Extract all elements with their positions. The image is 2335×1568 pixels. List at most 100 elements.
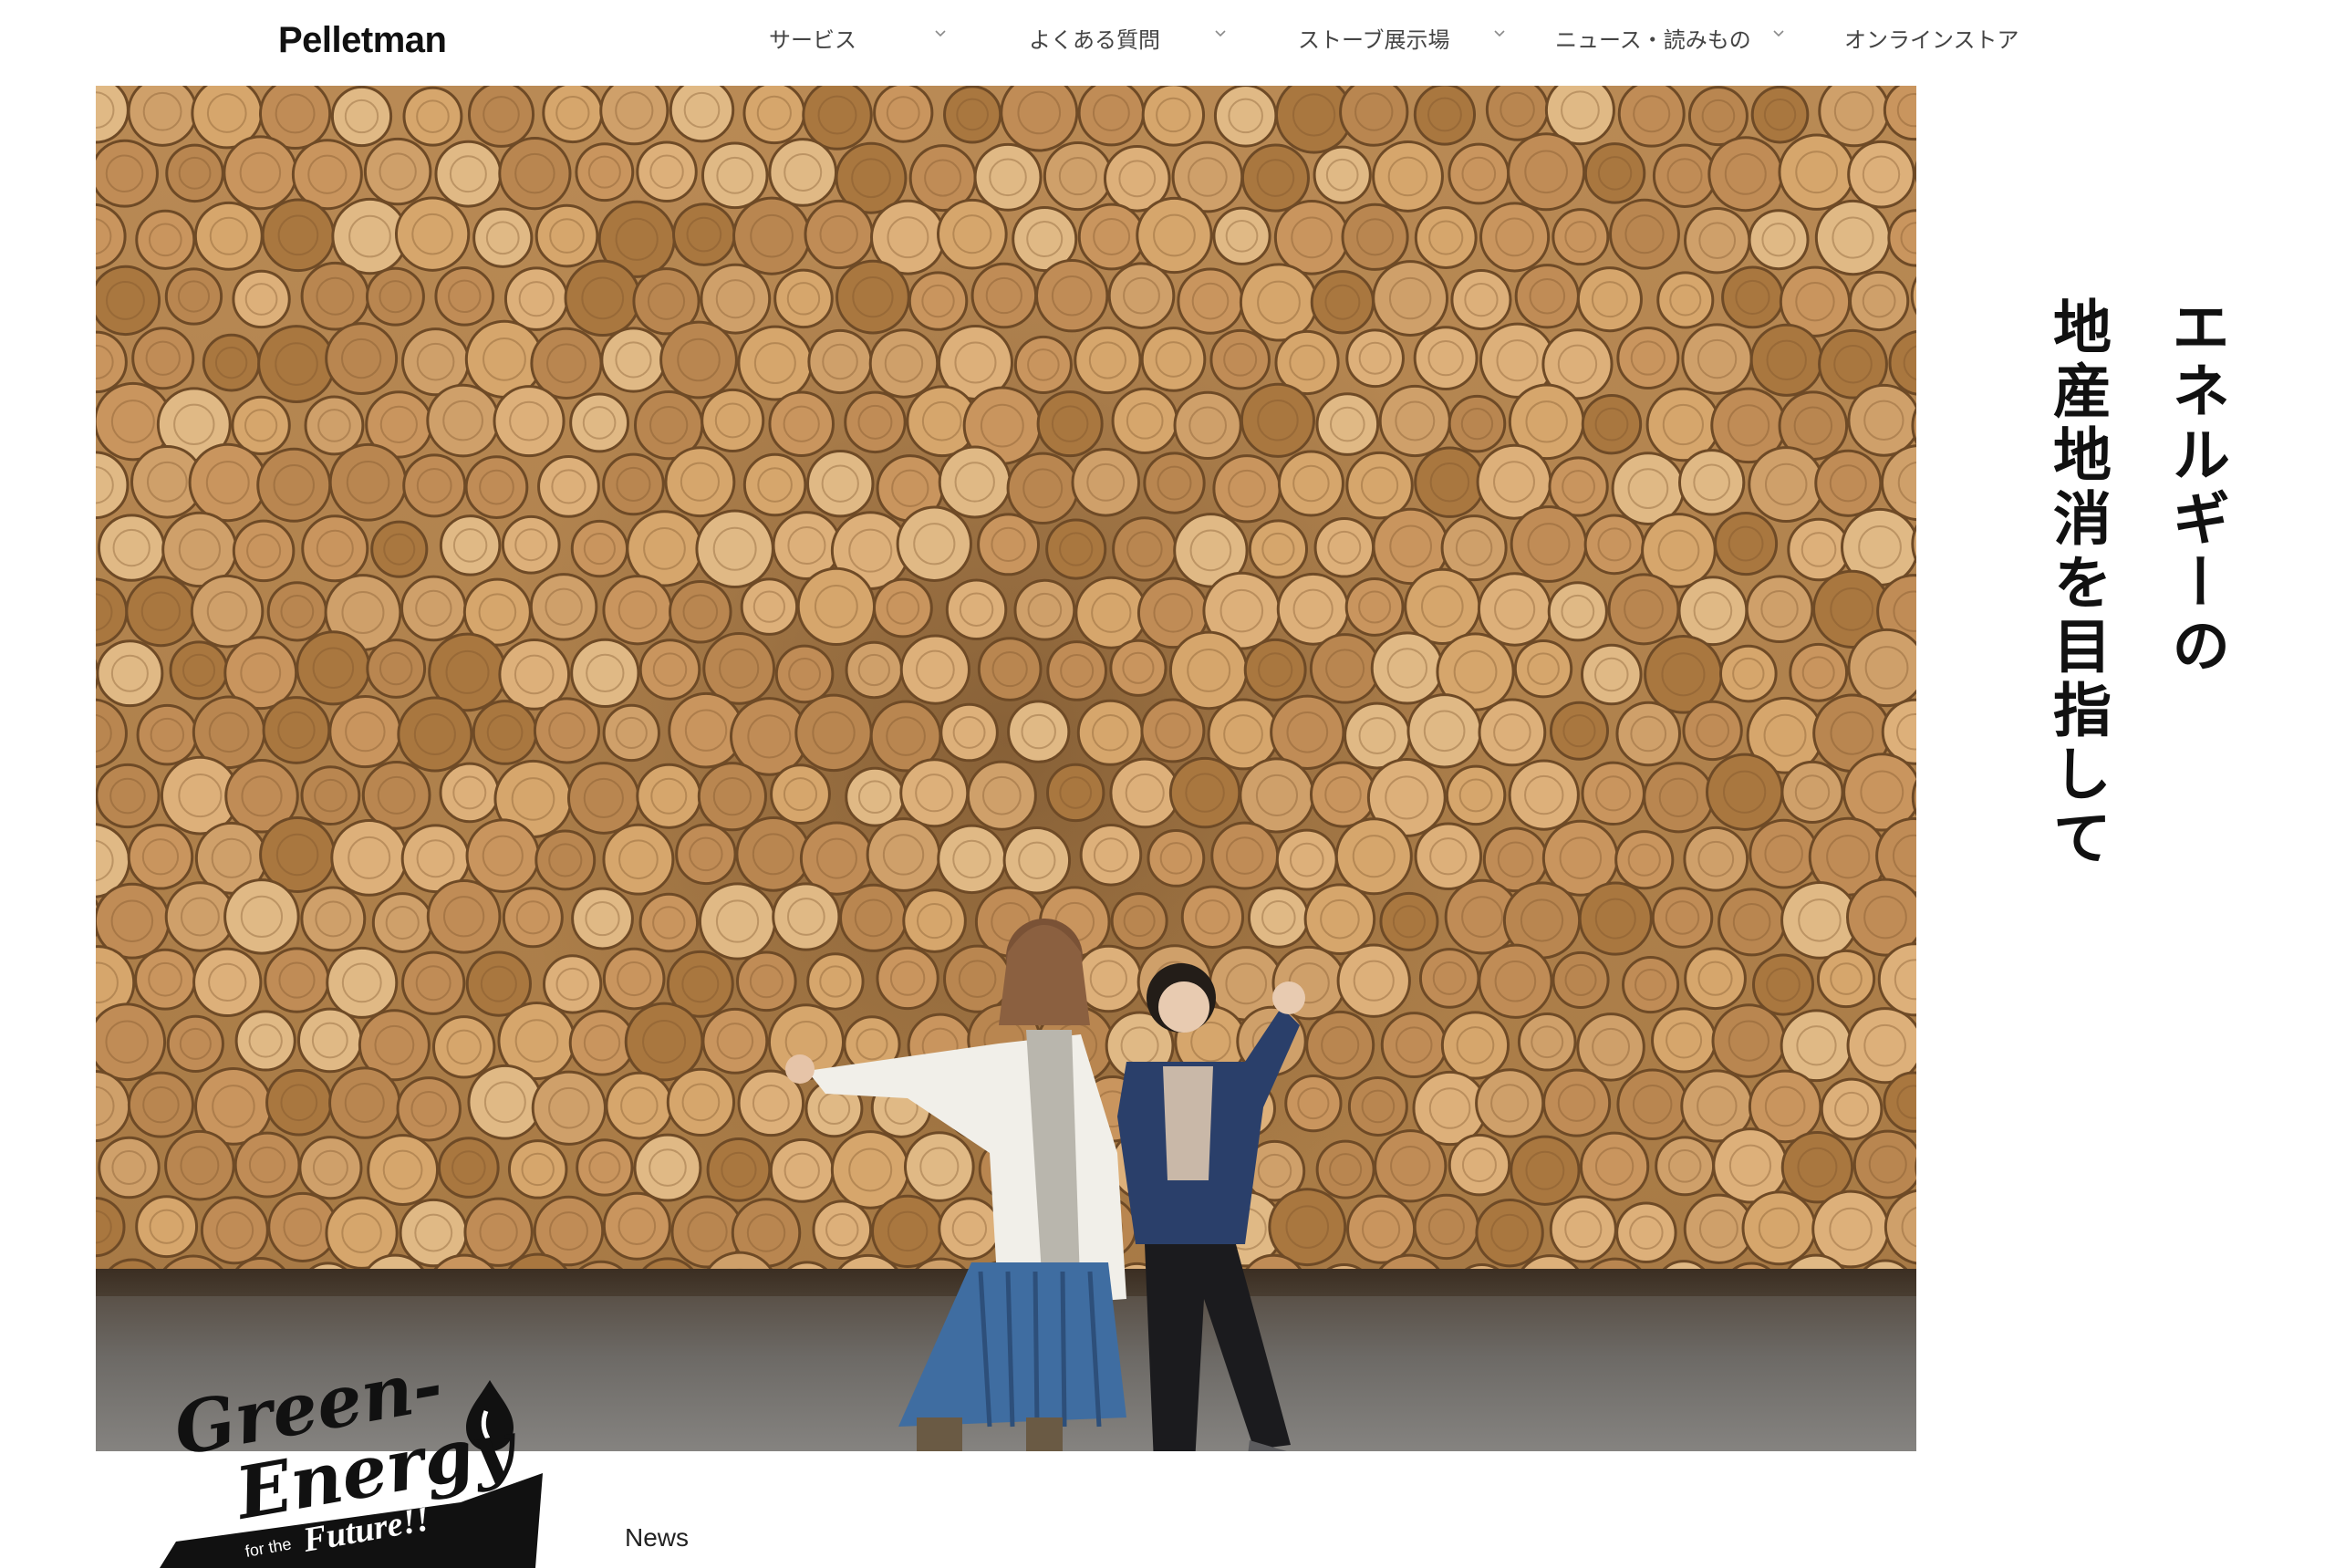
headline-line-1: エネルギーの [2162,296,2229,680]
log-end [291,139,363,211]
log-end [328,695,402,769]
nav-item-news-reading[interactable]: ニュース・読みもの [1555,22,1751,53]
log-end [1787,517,1851,582]
log-end [1721,265,1784,329]
log-end [939,702,999,763]
log-end [599,86,669,146]
log-end [973,142,1043,212]
person-left [785,919,1126,1451]
log-end [165,143,224,203]
log-end [326,946,399,1019]
log-end [1045,518,1107,580]
log-end [1177,267,1244,335]
log-end [98,1136,161,1199]
log-end [531,1070,607,1146]
log-end [564,259,641,337]
log-end [796,566,877,647]
log-end [394,196,471,272]
log-end [1168,630,1249,711]
log-end [534,203,599,268]
log-end [188,442,267,523]
log-end [1448,1133,1511,1197]
log-end [223,135,298,211]
chevron-down-icon[interactable] [1771,26,1786,40]
log-end [937,198,1008,270]
chevron-down-icon[interactable] [1492,26,1507,40]
log-end [1513,639,1573,699]
log-end [1372,260,1449,337]
log-end [232,519,296,583]
log-end [402,86,463,147]
log-end [737,325,814,401]
log-end [397,696,473,773]
log-end [1344,701,1411,770]
nav-item-faq[interactable]: よくある質問 [1029,22,1160,53]
log-end [1341,202,1409,271]
log-end [1173,390,1242,461]
log-end [1077,202,1146,271]
log-end [1310,270,1375,335]
log-end [844,390,907,454]
news-section-label[interactable]: News [625,1523,689,1552]
log-end [1677,576,1749,647]
log-end [740,577,799,636]
log-end [1313,517,1375,578]
log-end [234,1010,296,1072]
log-end [807,328,873,395]
log-end [1243,638,1307,701]
log-end [774,644,835,704]
log-end [1000,86,1079,152]
log-end [502,887,564,949]
log-end [1750,86,1810,144]
log-end [700,388,765,452]
log-end [1687,86,1749,147]
log-end [605,1071,674,1140]
log-end [464,455,529,519]
log-end [1136,196,1213,275]
log-end [1741,1190,1817,1266]
log-end [1143,452,1206,514]
log-end [1615,1201,1677,1264]
nav-item-services[interactable]: サービス [769,22,856,53]
log-end [1111,387,1178,454]
log-end [742,452,807,517]
log-end [498,137,572,211]
log-end [1479,202,1551,273]
log-end [1440,1011,1510,1080]
log-end [432,1015,496,1079]
log-end [1450,269,1512,331]
log-end [1579,1131,1650,1201]
log-end [1141,86,1206,147]
log-end [1678,449,1746,516]
log-end [507,1139,568,1199]
nav-item-online-store[interactable]: オンラインストア [1844,22,2019,53]
log-end [695,509,774,589]
log-end [439,514,502,576]
chevron-down-icon[interactable] [933,26,948,40]
log-end [437,1137,500,1199]
log-end [576,1138,634,1197]
log-end [266,581,327,642]
log-end [434,265,495,327]
log-end [602,575,673,646]
log-end [367,1134,440,1206]
nav-item-stove-showroom[interactable]: ストーブ展示場 [1298,22,1450,53]
log-end [970,262,1038,329]
log-end [1581,761,1645,826]
log-end [1852,1129,1916,1199]
log-end [1655,1136,1716,1197]
chevron-down-icon[interactable] [1213,26,1228,40]
log-end [1414,446,1486,518]
log-end [96,1197,126,1258]
log-end [164,1129,235,1201]
log-end [135,1195,199,1259]
log-end [231,395,291,456]
log-end [1847,628,1916,708]
log-end [328,1066,401,1139]
log-end [537,455,600,518]
log-end [1578,881,1653,956]
log-end [493,385,566,458]
log-end [166,1014,224,1073]
log-end [330,818,409,897]
log-end [568,1009,636,1076]
